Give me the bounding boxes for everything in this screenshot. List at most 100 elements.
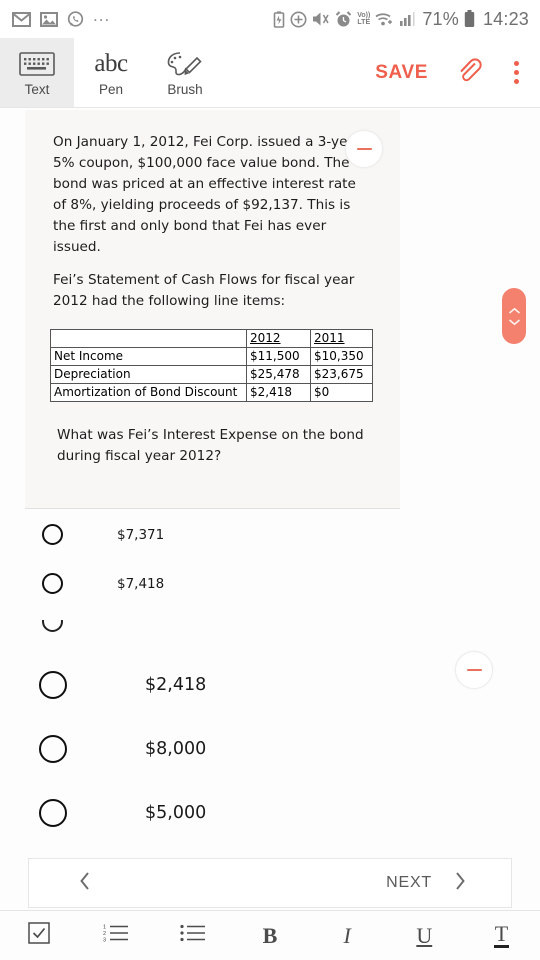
radio-button-icon[interactable] [42, 524, 63, 545]
text-color-icon: T [493, 921, 510, 948]
image-icon [40, 11, 58, 27]
checkbox-list-button[interactable] [0, 922, 77, 949]
notification-overflow-icon: ... [93, 6, 111, 25]
save-button[interactable]: SAVE [359, 38, 444, 107]
option-label: $2,418 [145, 675, 207, 695]
tool-pen-label: Pen [98, 81, 124, 97]
table-cell: $2,418 [246, 383, 311, 402]
table-cell: Amortization of Bond Discount [50, 383, 247, 402]
svg-text:3: 3 [103, 938, 106, 944]
bold-button[interactable]: B [231, 923, 308, 949]
chevron-left-icon [79, 871, 91, 896]
tool-pen[interactable]: abc Pen [74, 38, 148, 107]
bulleted-list-button[interactable] [154, 923, 231, 948]
chevron-right-icon [454, 871, 466, 896]
status-bar: ... Vo)) LTE 71% 14:23 [0, 0, 540, 38]
battery-icon [464, 10, 475, 28]
table-row: Depreciation $25,478 $23,675 [50, 365, 373, 384]
palette-brush-icon [166, 49, 204, 79]
bold-icon: B [262, 922, 278, 948]
table-header-blank [50, 329, 247, 348]
option-label: $7,418 [117, 575, 165, 592]
question-divider [25, 508, 400, 509]
table-cell: $0 [310, 383, 373, 402]
previous-button[interactable] [29, 871, 91, 896]
radio-button-icon[interactable] [39, 799, 67, 827]
collapse-bubble-top[interactable] [345, 130, 383, 168]
tool-brush-label: Brush [167, 81, 203, 97]
tool-text-label: Text [24, 81, 50, 97]
radio-button-icon[interactable] [42, 573, 63, 594]
option-label: $5,000 [145, 803, 207, 823]
svg-text:2: 2 [103, 931, 106, 937]
scroll-handle[interactable] [502, 288, 526, 344]
option-0[interactable]: $7,371 [42, 524, 164, 545]
underline-button[interactable]: U [386, 923, 463, 949]
table-header-row: 2012 2011 [50, 329, 373, 348]
table-cell: $10,350 [310, 347, 373, 366]
status-bar-notifications: ... [0, 6, 111, 28]
keyboard-icon [19, 49, 55, 79]
checkbox-icon [27, 922, 50, 949]
table-header-2011: 2011 [310, 329, 373, 348]
alarm-icon [335, 10, 352, 28]
chevron-down-icon [508, 318, 521, 326]
kebab-menu-icon [513, 61, 519, 84]
collapse-bubble-bottom[interactable] [455, 651, 493, 689]
question-card: On January 1, 2012, Fei Corp. issued a 3… [25, 110, 400, 508]
plus-circle-icon [290, 11, 307, 28]
table-row: Amortization of Bond Discount $2,418 $0 [50, 383, 373, 402]
whatsapp-icon [67, 10, 84, 28]
minus-icon [466, 668, 482, 672]
option-clipped-artifact [42, 620, 66, 634]
option-4[interactable]: $5,000 [39, 799, 206, 827]
cash-flow-table: 2012 2011 Net Income $11,500 $10,350 Dep… [50, 329, 373, 402]
question-navigation: NEXT [28, 858, 512, 908]
table-cell: $11,500 [246, 347, 311, 366]
minus-icon [356, 147, 372, 151]
numbered-list-button[interactable]: 123 [77, 923, 154, 948]
app-root: ... Vo)) LTE 71% 14:23 Text abc Pen Brus… [0, 0, 540, 960]
tool-text[interactable]: Text [0, 38, 74, 107]
radio-button-icon[interactable] [39, 735, 67, 763]
mail-icon [12, 11, 31, 27]
paperclip-icon [453, 55, 483, 90]
option-1[interactable]: $7,418 [42, 573, 164, 594]
table-cell: $25,478 [246, 365, 311, 384]
table-header-2012: 2012 [246, 329, 311, 348]
question-stem: On January 1, 2012, Fei Corp. issued a 3… [53, 134, 362, 255]
attach-button[interactable] [444, 38, 492, 107]
italic-button[interactable]: I [309, 923, 386, 949]
table-cell: Depreciation [50, 365, 247, 384]
next-label: NEXT [386, 874, 432, 891]
numbered-list-icon: 123 [103, 923, 129, 948]
status-bar-system: Vo)) LTE 71% 14:23 [273, 9, 540, 30]
more-options-button[interactable] [492, 38, 540, 107]
signal-icon [400, 11, 415, 27]
text-color-button[interactable]: T [463, 923, 540, 948]
next-button[interactable]: NEXT [386, 871, 511, 896]
abc-icon: abc [94, 49, 128, 77]
chevron-up-icon [508, 307, 521, 315]
underline-icon: U [416, 922, 433, 948]
option-label: $8,000 [145, 739, 207, 759]
table-cell: $23,675 [310, 365, 373, 384]
radio-button-icon[interactable] [39, 671, 67, 699]
option-label: $7,371 [117, 526, 165, 543]
question-intro: Fei’s Statement of Cash Flows for fiscal… [53, 272, 355, 309]
italic-icon: I [343, 922, 351, 948]
svg-text:1: 1 [103, 925, 106, 931]
tool-brush[interactable]: Brush [148, 38, 222, 107]
option-2[interactable]: $2,418 [39, 671, 206, 699]
option-3[interactable]: $8,000 [39, 735, 206, 763]
volte-icon: Vo)) LTE [357, 11, 371, 27]
mute-icon [312, 11, 330, 27]
wifi-icon [375, 11, 395, 27]
bulleted-list-icon [180, 923, 206, 948]
battery-percent-label: 71% [422, 8, 459, 29]
table-row: Net Income $11,500 $10,350 [50, 347, 373, 366]
format-bar: 123 B I U T [0, 910, 540, 960]
clock-label: 14:23 [482, 8, 529, 29]
question-prompt: What was Fei’s Interest Expense on the b… [57, 427, 364, 464]
